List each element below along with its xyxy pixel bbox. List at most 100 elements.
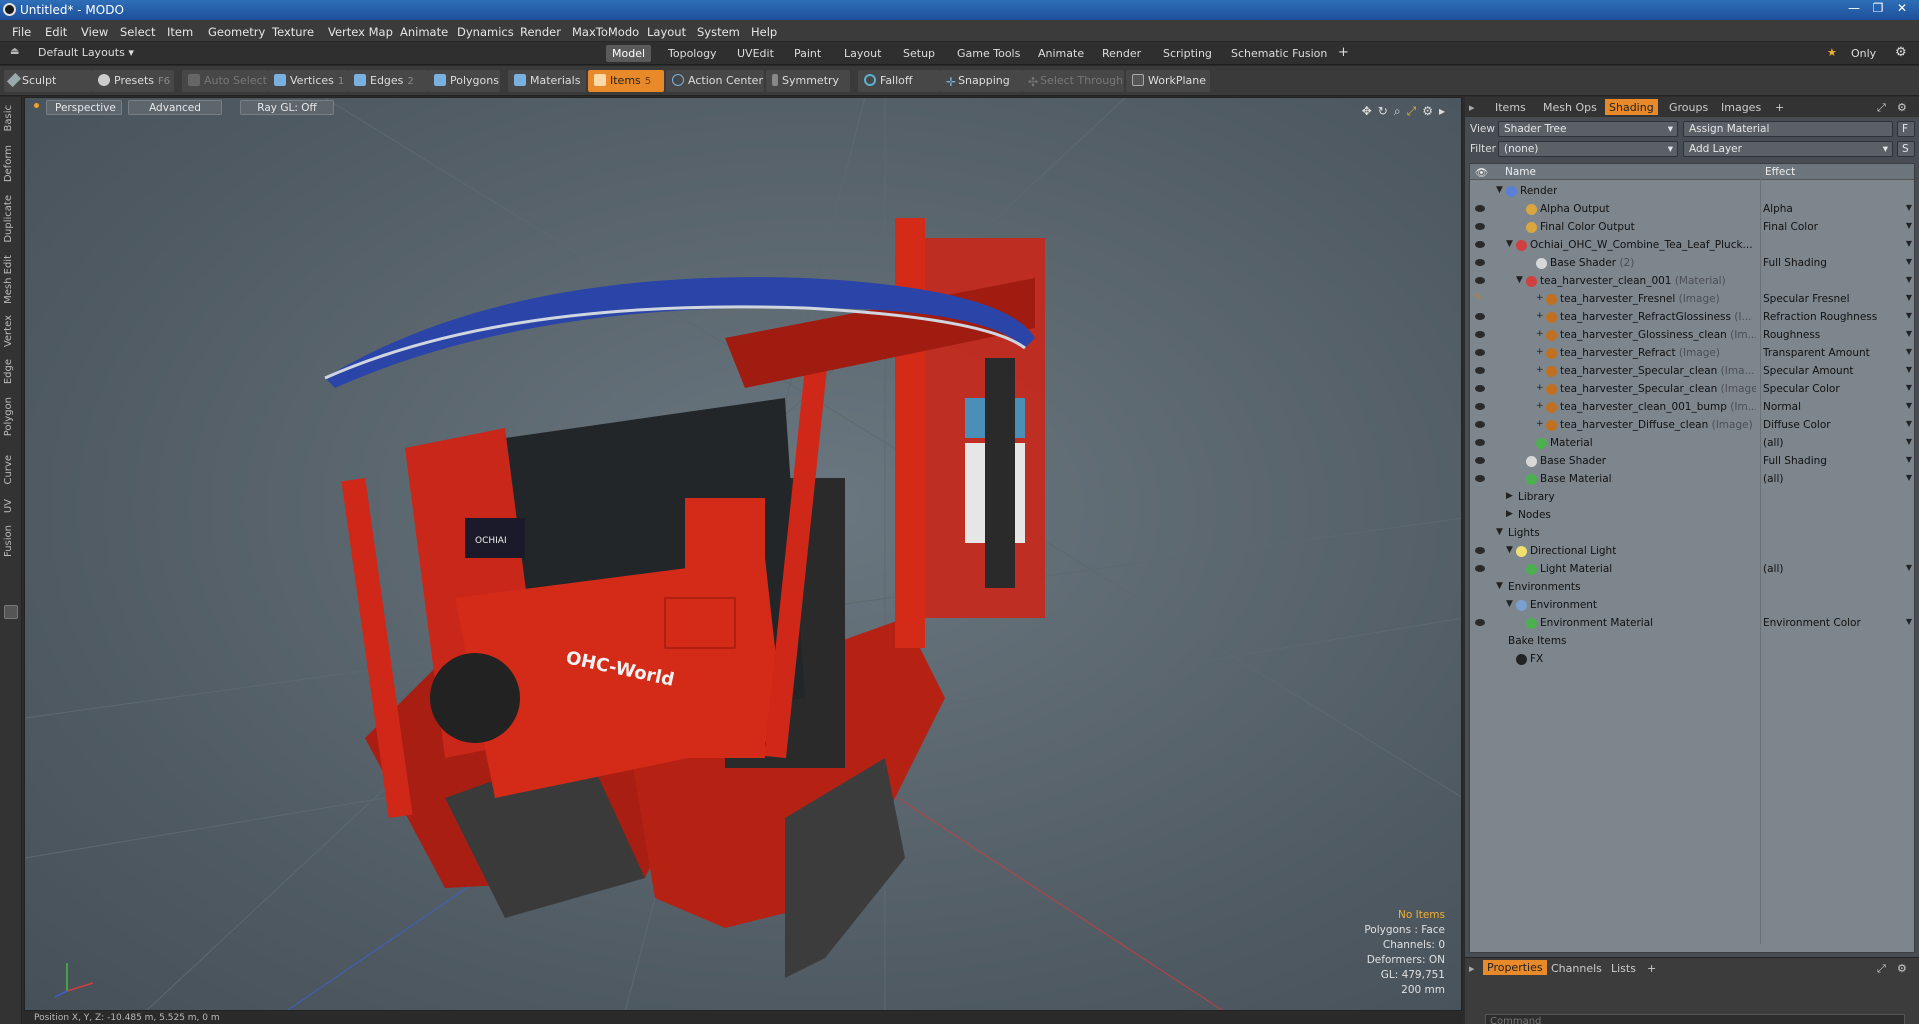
- shader-tree-row[interactable]: ✎ + tea_harvester_Fresnel (Image) Specular …: [1470, 290, 1914, 308]
- expand-icon[interactable]: ▸: [1439, 104, 1451, 118]
- effect-dropdown-icon[interactable]: ▼: [1906, 311, 1912, 320]
- expand-arrow-icon[interactable]: ▼: [1506, 545, 1513, 555]
- menu-item[interactable]: Item: [167, 25, 193, 39]
- tab-shading[interactable]: Shading: [1605, 99, 1658, 115]
- expand-arrow-icon[interactable]: ▶: [1506, 509, 1513, 519]
- layer-effect[interactable]: (all): [1763, 437, 1783, 449]
- layer-effect[interactable]: Environment Color: [1763, 617, 1861, 629]
- shader-tree-row[interactable]: Light Material (all) ▼: [1470, 560, 1914, 578]
- tab-setup[interactable]: Setup: [897, 45, 941, 62]
- visibility-eye-icon[interactable]: [1475, 259, 1485, 266]
- panel-expand-icon[interactable]: ⤢: [1877, 101, 1886, 115]
- add-tab-button[interactable]: +: [1332, 43, 1355, 60]
- layer-effect[interactable]: Final Color: [1763, 221, 1818, 233]
- effect-dropdown-icon[interactable]: ▼: [1906, 455, 1912, 464]
- pin-icon[interactable]: ⏏: [10, 46, 19, 57]
- tab-lists[interactable]: Lists: [1611, 962, 1636, 975]
- add-panel-tab-button[interactable]: +: [1775, 101, 1784, 114]
- layer-effect[interactable]: Transparent Amount: [1763, 347, 1870, 359]
- effect-dropdown-icon[interactable]: ▼: [1906, 383, 1912, 392]
- bottom-expand-icon[interactable]: ⤢: [1877, 962, 1886, 976]
- expand-plus-icon[interactable]: +: [1536, 293, 1544, 303]
- action-center-button[interactable]: Action Center: [666, 70, 764, 92]
- layer-effect[interactable]: Full Shading: [1763, 257, 1827, 269]
- expand-arrow-icon[interactable]: ▼: [1506, 239, 1513, 249]
- shader-tree-row[interactable]: Bake Items: [1470, 632, 1914, 650]
- add-layer-dropdown[interactable]: Add Layer ▾: [1683, 141, 1893, 157]
- menu-maxtomodo[interactable]: MaxToModo: [572, 25, 639, 39]
- panel-pin-icon[interactable]: ▸: [1469, 101, 1475, 114]
- effect-dropdown-icon[interactable]: ▼: [1906, 617, 1912, 626]
- vertices-button[interactable]: Vertices 1: [268, 70, 348, 92]
- shader-tree-row[interactable]: Base Shader Full Shading ▼: [1470, 452, 1914, 470]
- menu-help[interactable]: Help: [751, 25, 777, 39]
- shader-tree-row[interactable]: ▼ tea_harvester_clean_001 (Material) ▼: [1470, 272, 1914, 290]
- effect-dropdown-icon[interactable]: ▼: [1906, 419, 1912, 428]
- perspective-dropdown[interactable]: Perspective: [46, 100, 122, 115]
- left-tab-vertex[interactable]: Vertex: [3, 315, 14, 347]
- edges-button[interactable]: Edges 2: [348, 70, 428, 92]
- tab-uvedit[interactable]: UVEdit: [731, 45, 780, 62]
- menu-vertex-map[interactable]: Vertex Map: [328, 25, 393, 39]
- shader-tree-row[interactable]: + tea_harvester_Specular_clean (Image) Spe…: [1470, 380, 1914, 398]
- panel-gear-icon[interactable]: ⚙: [1897, 101, 1907, 114]
- visibility-eye-icon[interactable]: [1475, 313, 1485, 320]
- symmetry-button[interactable]: Symmetry: [766, 70, 850, 92]
- polygons-button[interactable]: Polygons: [428, 70, 500, 92]
- expand-arrow-icon[interactable]: ▼: [1496, 581, 1503, 591]
- menu-dynamics[interactable]: Dynamics: [457, 25, 514, 39]
- tab-mesh-ops[interactable]: Mesh Ops: [1543, 101, 1597, 114]
- expand-plus-icon[interactable]: +: [1536, 383, 1544, 393]
- menu-system[interactable]: System: [697, 25, 740, 39]
- visibility-eye-icon[interactable]: [1475, 385, 1485, 392]
- tab-paint[interactable]: Paint: [788, 45, 827, 62]
- shader-tree-row[interactable]: ▼ Ochiai_OHC_W_Combine_Tea_Leaf_Pluck... ▼: [1470, 236, 1914, 254]
- tab-schematic-fusion[interactable]: Schematic Fusion: [1225, 45, 1333, 62]
- f-button[interactable]: F: [1897, 121, 1915, 137]
- layer-effect[interactable]: Refraction Roughness: [1763, 311, 1877, 323]
- layer-effect[interactable]: Specular Amount: [1763, 365, 1854, 377]
- effect-dropdown-icon[interactable]: ▼: [1906, 347, 1912, 356]
- minimize-button[interactable]: —: [1843, 1, 1865, 18]
- visibility-eye-icon[interactable]: [1475, 475, 1485, 482]
- expand-plus-icon[interactable]: +: [1536, 365, 1544, 375]
- left-tab-fusion[interactable]: Fusion: [3, 525, 14, 557]
- menu-texture[interactable]: Texture: [272, 25, 314, 39]
- layer-effect[interactable]: Roughness: [1763, 329, 1820, 341]
- visibility-eye-icon[interactable]: [1475, 205, 1485, 212]
- tab-layout[interactable]: Layout: [838, 45, 887, 62]
- shader-tree-row[interactable]: Base Shader (2) Full Shading ▼: [1470, 254, 1914, 272]
- materials-button[interactable]: Materials: [508, 70, 586, 92]
- select-through-button[interactable]: ✣ Select Through: [1022, 70, 1124, 92]
- shader-tree-row[interactable]: + tea_harvester_Specular_clean (Ima... Spe…: [1470, 362, 1914, 380]
- shader-tree-row[interactable]: ▼ Render: [1470, 182, 1914, 200]
- bottom-panel-pin-icon[interactable]: ▸: [1469, 962, 1475, 975]
- tab-animate[interactable]: Animate: [1032, 45, 1090, 62]
- visibility-eye-icon[interactable]: [1475, 565, 1485, 572]
- effect-dropdown-icon[interactable]: ▼: [1906, 563, 1912, 572]
- layer-effect[interactable]: Specular Color: [1763, 383, 1840, 395]
- menu-animate[interactable]: Animate: [400, 25, 448, 39]
- tab-render[interactable]: Render: [1096, 45, 1147, 62]
- presets-button[interactable]: Presets F6: [92, 70, 174, 92]
- visibility-eye-icon[interactable]: [1475, 331, 1485, 338]
- expand-plus-icon[interactable]: +: [1536, 329, 1544, 339]
- assign-material-button[interactable]: Assign Material: [1683, 121, 1893, 137]
- expand-arrow-icon[interactable]: ▼: [1496, 527, 1503, 537]
- expand-plus-icon[interactable]: +: [1536, 347, 1544, 357]
- bottom-gear-icon[interactable]: ⚙: [1897, 962, 1907, 975]
- shader-tree-row[interactable]: + tea_harvester_Diffuse_clean (Image) Diff…: [1470, 416, 1914, 434]
- tab-model[interactable]: Model: [606, 45, 652, 62]
- view-dropdown[interactable]: Shader Tree ▾: [1498, 121, 1678, 137]
- shader-tree-row[interactable]: + tea_harvester_Glossiness_clean (Im... Ro…: [1470, 326, 1914, 344]
- command-input[interactable]: [1485, 1014, 1905, 1024]
- shader-tree-row[interactable]: + tea_harvester_RefractGlossiness (I... Re…: [1470, 308, 1914, 326]
- tab-topology[interactable]: Topology: [662, 45, 723, 62]
- default-layouts-dropdown[interactable]: Default Layouts ▾: [38, 46, 134, 59]
- close-button[interactable]: ✕: [1891, 1, 1913, 18]
- shader-tree-row[interactable]: ▼ Lights: [1470, 524, 1914, 542]
- auto-select-button[interactable]: Auto Select: [182, 70, 268, 92]
- tab-properties[interactable]: Properties: [1483, 960, 1547, 975]
- s-button[interactable]: S: [1897, 141, 1915, 157]
- menu-edit[interactable]: Edit: [45, 25, 67, 39]
